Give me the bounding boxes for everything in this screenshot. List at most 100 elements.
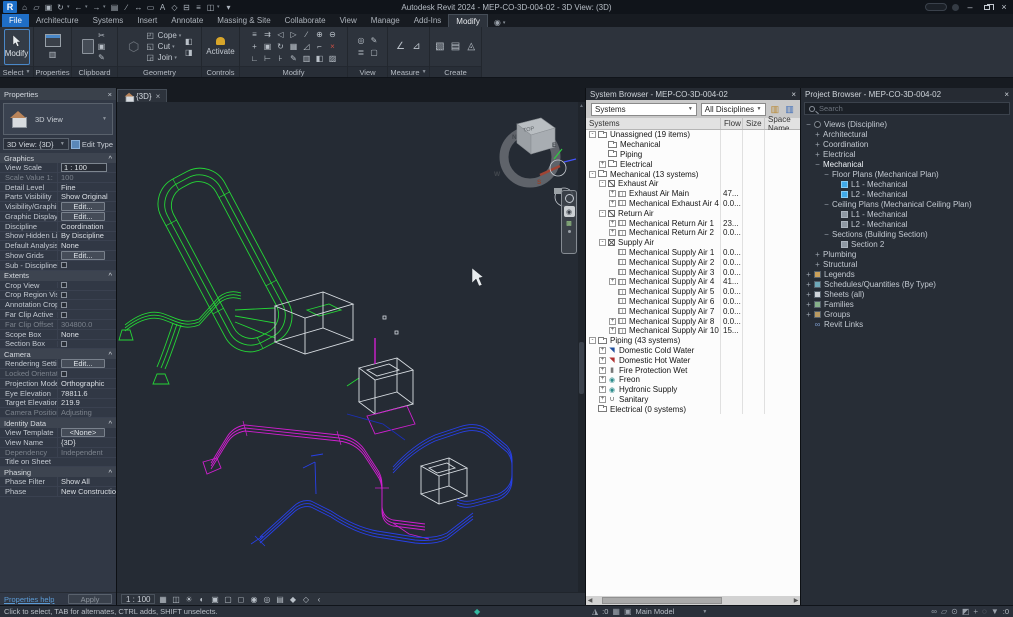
expander-minus[interactable]: - bbox=[589, 337, 596, 345]
family-types-icon[interactable]: ▥ bbox=[47, 50, 58, 60]
scrollbar-thumb[interactable] bbox=[579, 342, 584, 394]
system-item[interactable]: - Unassigned (19 items) bbox=[586, 130, 720, 140]
browser-item[interactable]: + Groups bbox=[801, 309, 1013, 319]
system-item[interactable]: Mechanical Supply Air 1 bbox=[586, 248, 720, 258]
instance-selector[interactable]: 3D View: {3D} ▼ bbox=[3, 138, 69, 150]
media-dropdown-icon[interactable]: ▾ bbox=[503, 20, 506, 26]
expander-plus[interactable]: + bbox=[805, 280, 812, 289]
sun-path-icon[interactable]: ☀ bbox=[183, 594, 194, 605]
switch-windows-icon[interactable]: ◫ bbox=[205, 1, 216, 13]
system-item[interactable]: - Piping (43 systems) bbox=[586, 336, 720, 346]
pan-icon[interactable]: ◉ bbox=[563, 206, 575, 217]
system-item[interactable]: - Return Air bbox=[586, 208, 720, 218]
system-item[interactable]: Mechanical Supply Air 5 bbox=[586, 287, 720, 297]
column-header-systems[interactable]: Systems bbox=[586, 118, 720, 129]
expander-plus[interactable]: + bbox=[609, 229, 616, 237]
expander-plus[interactable]: + bbox=[814, 260, 821, 269]
column-header-flow[interactable]: Flow bbox=[720, 118, 742, 129]
system-item[interactable]: Mechanical bbox=[586, 140, 720, 150]
property-value[interactable]: Edit... bbox=[57, 251, 116, 260]
text-icon[interactable]: A bbox=[157, 1, 168, 13]
print-icon[interactable]: ▤ bbox=[109, 1, 120, 13]
restore-button[interactable] bbox=[981, 2, 994, 13]
active-design-option[interactable]: Main Model bbox=[636, 607, 675, 616]
system-row[interactable]: Mechanical Supply Air 5 0.0... bbox=[586, 286, 800, 297]
unpin-icon[interactable]: ⊖ bbox=[326, 29, 339, 41]
browser-item[interactable]: + Legends bbox=[801, 269, 1013, 279]
copy-element-icon[interactable]: ▣ bbox=[261, 41, 274, 53]
type-selector[interactable]: 3D View ▼ bbox=[3, 103, 113, 135]
system-item[interactable]: + ◉ Hydronic Supply bbox=[586, 385, 720, 395]
property-value[interactable] bbox=[57, 311, 116, 318]
system-row[interactable]: Mechanical bbox=[586, 139, 800, 150]
browser-item[interactable]: + Schedules/Quantities (By Type) bbox=[801, 279, 1013, 289]
system-row[interactable]: - Piping (43 systems) bbox=[586, 335, 800, 346]
home-icon[interactable]: ⌂ bbox=[19, 1, 30, 13]
browser-item[interactable]: + Plumbing bbox=[801, 249, 1013, 259]
properties-close-icon[interactable]: × bbox=[108, 90, 112, 99]
system-row[interactable]: + ◥ Domestic Hot Water bbox=[586, 355, 800, 366]
analytical-model-icon[interactable]: ◆ bbox=[287, 594, 298, 605]
thin-lines-icon[interactable]: ≡ bbox=[193, 1, 204, 13]
create-assembly-icon[interactable]: ◬ bbox=[464, 40, 478, 53]
property-value[interactable]: 304800.0 bbox=[57, 319, 116, 329]
systems-combo[interactable]: Systems ▼ bbox=[591, 102, 697, 116]
system-row[interactable]: - Return Air bbox=[586, 208, 800, 219]
redo-icon-dropdown[interactable]: ▾ bbox=[103, 4, 108, 10]
expander-plus[interactable]: + bbox=[609, 190, 616, 198]
property-edit-button[interactable]: Edit... bbox=[61, 359, 105, 369]
delete-icon[interactable]: × bbox=[326, 41, 339, 53]
expander-plus[interactable]: + bbox=[599, 386, 606, 394]
offset-icon[interactable]: ⇉ bbox=[261, 29, 274, 41]
switch-windows-icon-dropdown[interactable]: ▾ bbox=[217, 4, 222, 10]
system-row[interactable]: - Unassigned (19 items) bbox=[586, 130, 800, 140]
expander-plus[interactable]: + bbox=[814, 250, 821, 259]
property-checkbox[interactable] bbox=[61, 301, 67, 308]
tab-architecture[interactable]: Architecture bbox=[29, 14, 86, 27]
cut-geometry-icon[interactable]: ▥ bbox=[300, 53, 313, 65]
box-icon[interactable]: ▢ bbox=[368, 47, 381, 59]
default-3d-view-icon[interactable]: ◇ bbox=[169, 1, 180, 13]
tab-annotate[interactable]: Annotate bbox=[164, 14, 210, 27]
property-value[interactable]: Adjusting bbox=[57, 408, 116, 418]
property-value[interactable] bbox=[57, 291, 116, 298]
system-row[interactable]: + Mechanical Return Air 1 23... bbox=[586, 218, 800, 228]
expander-plus[interactable]: + bbox=[814, 150, 821, 159]
undo-icon[interactable]: ← bbox=[73, 1, 84, 13]
pin-icon[interactable]: ⊕ bbox=[313, 29, 326, 41]
activate-label[interactable]: Activate bbox=[206, 47, 234, 56]
system-item[interactable]: + Mechanical Supply Air 10 bbox=[586, 326, 720, 336]
column-settings-icon[interactable]: ▥ bbox=[784, 104, 795, 115]
mirror-pick-axis-icon[interactable]: ◁ bbox=[274, 29, 287, 41]
system-item[interactable]: Piping bbox=[586, 150, 720, 160]
property-value[interactable]: Show Original bbox=[57, 192, 116, 202]
browser-item[interactable]: − Views (Discipline) bbox=[801, 119, 1013, 129]
tab-modify[interactable]: Modify bbox=[448, 14, 488, 27]
system-item[interactable]: + ◥ Domestic Hot Water bbox=[586, 355, 720, 365]
select-pinned-icon[interactable]: ⊙ bbox=[951, 607, 958, 616]
expander-plus[interactable]: + bbox=[609, 219, 616, 227]
revit-logo-icon[interactable]: R bbox=[3, 1, 17, 13]
expander-plus[interactable]: + bbox=[599, 160, 606, 168]
crop-region-icon[interactable]: ▢ bbox=[222, 594, 233, 605]
shadows-icon[interactable]: ◐ bbox=[196, 594, 207, 605]
expander-plus[interactable]: + bbox=[599, 366, 606, 374]
tab-manage[interactable]: Manage bbox=[364, 14, 407, 27]
system-row[interactable]: + Mechanical Supply Air 4 41... bbox=[586, 276, 800, 287]
tab-systems[interactable]: Systems bbox=[86, 14, 131, 27]
property-value[interactable] bbox=[57, 301, 116, 308]
unlocked-view-icon[interactable]: ◻ bbox=[235, 594, 246, 605]
expander-plus[interactable]: + bbox=[805, 300, 812, 309]
section-camera[interactable]: Camera ^ bbox=[0, 349, 116, 360]
geometry-cut-button[interactable]: ◱ Cut ▾ bbox=[145, 42, 182, 52]
status-app-icon[interactable]: ◆ bbox=[474, 607, 480, 616]
property-checkbox[interactable] bbox=[61, 370, 67, 377]
expander-minus[interactable]: − bbox=[805, 120, 812, 129]
select-underlay-icon[interactable]: ▱ bbox=[941, 607, 947, 616]
angle-icon[interactable]: ⊿ bbox=[410, 40, 424, 53]
expander-plus[interactable]: + bbox=[599, 356, 606, 364]
panel-label-select[interactable]: Select ▼ bbox=[0, 66, 33, 77]
search-input[interactable] bbox=[819, 104, 1005, 113]
browser-item[interactable]: − Ceiling Plans (Mechanical Ceiling Plan) bbox=[801, 199, 1013, 209]
properties-icon[interactable] bbox=[44, 33, 61, 47]
